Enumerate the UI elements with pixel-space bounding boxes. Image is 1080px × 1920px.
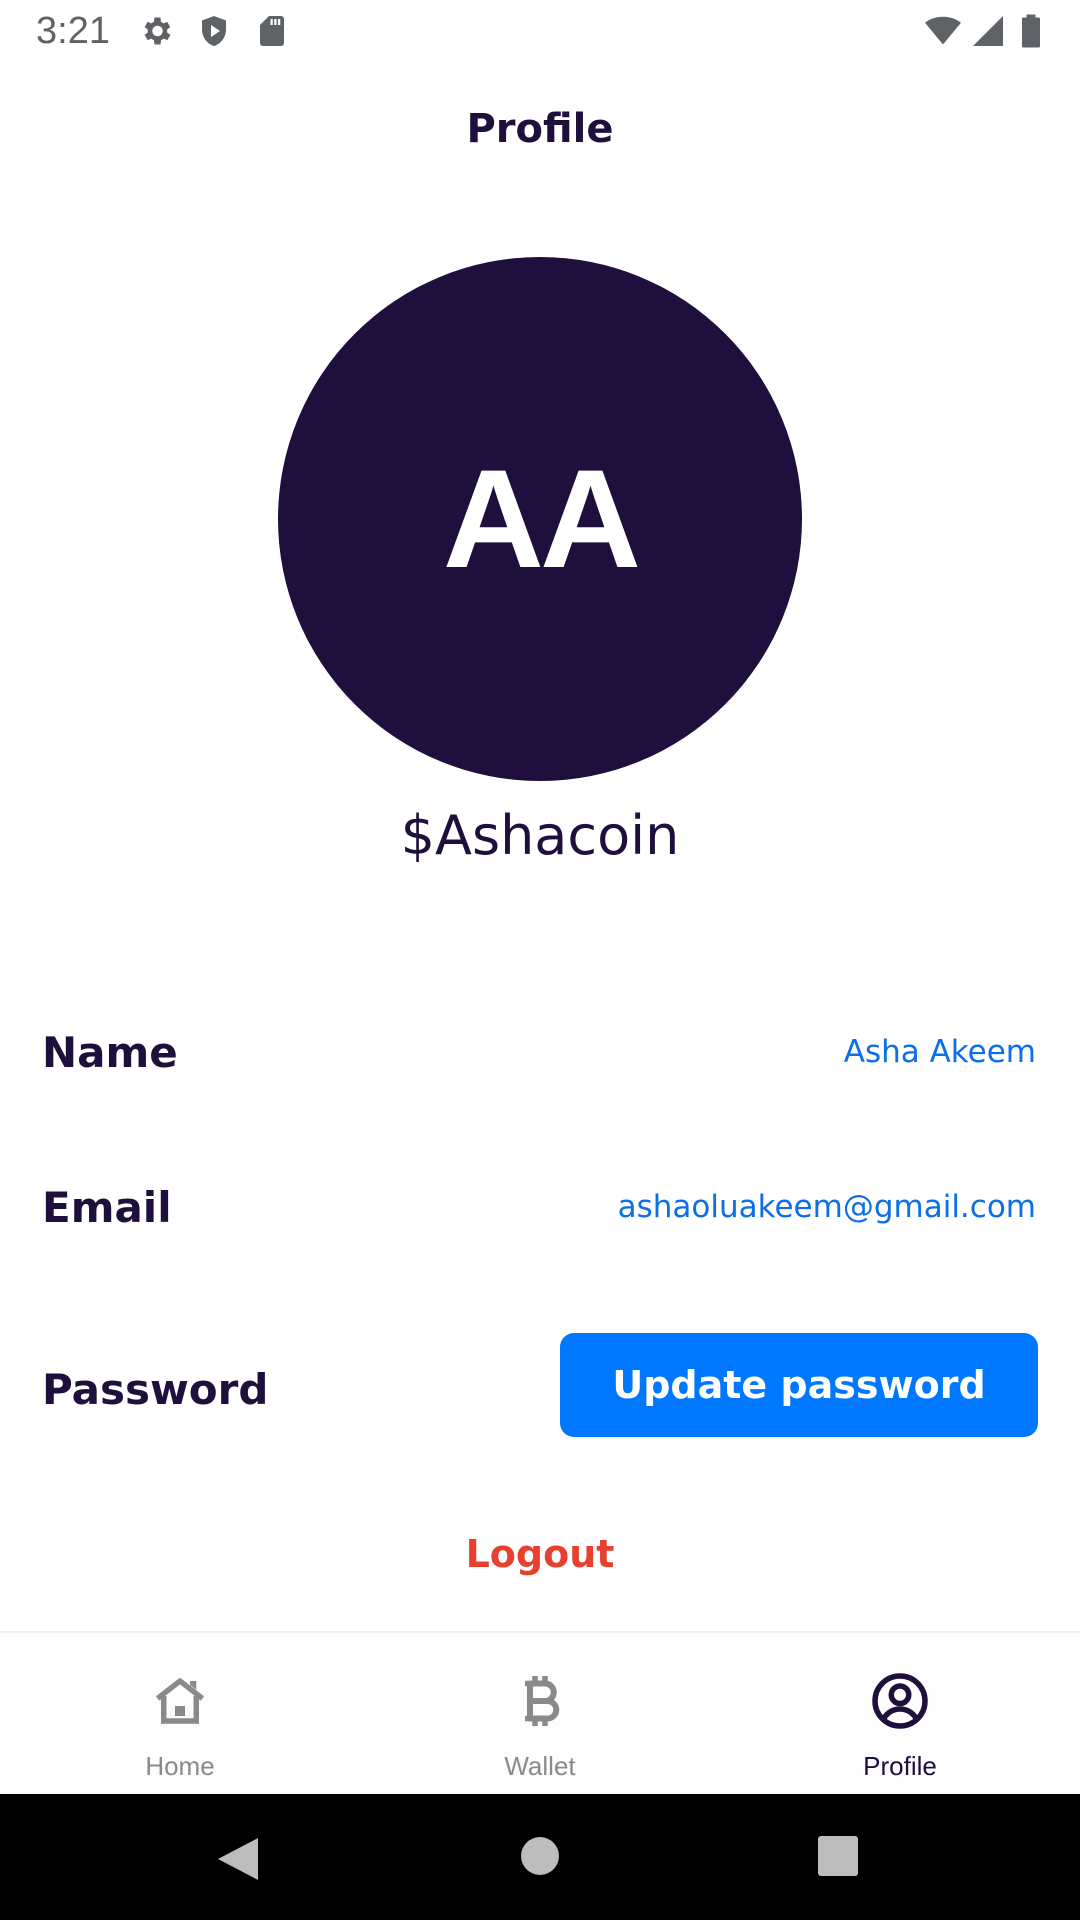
nav-label-wallet: Wallet xyxy=(504,1751,576,1781)
home-circle-icon[interactable] xyxy=(520,1836,560,1876)
name-value: Asha Akeem xyxy=(843,1034,1036,1070)
username: $Ashacoin xyxy=(400,804,680,867)
email-label: Email xyxy=(42,1183,172,1232)
status-time: 3:21 xyxy=(36,10,110,52)
logout-button[interactable]: Logout xyxy=(0,1532,1080,1576)
sd-card-icon xyxy=(260,16,284,46)
home-icon xyxy=(155,1678,205,1724)
nav-item-wallet[interactable]: Wallet xyxy=(360,1633,720,1796)
email-value: ashaoluakeem@gmail.com xyxy=(617,1189,1036,1225)
wifi-icon xyxy=(925,16,961,45)
back-icon[interactable] xyxy=(216,1836,260,1882)
shield-icon xyxy=(202,16,226,46)
cell-signal-icon xyxy=(973,16,1003,46)
bitcoin-icon xyxy=(525,1676,560,1726)
nav-item-profile[interactable]: Profile xyxy=(720,1633,1080,1796)
name-label: Name xyxy=(42,1028,178,1077)
nav-item-home[interactable]: Home xyxy=(0,1633,360,1796)
update-password-button[interactable]: Update password xyxy=(560,1333,1038,1437)
user-circle-icon xyxy=(872,1673,928,1729)
recents-icon[interactable] xyxy=(818,1836,858,1876)
avatar-initials: AA xyxy=(442,440,641,597)
nav-label-home: Home xyxy=(145,1751,215,1781)
gear-icon xyxy=(144,17,171,45)
bottom-nav: Home Wallet Profile xyxy=(0,1631,1080,1796)
avatar: AA xyxy=(278,257,802,781)
status-bar: 3:21 xyxy=(0,0,1080,62)
battery-icon xyxy=(1022,14,1040,48)
system-nav-bar xyxy=(0,1794,1080,1920)
password-label: Password xyxy=(42,1365,269,1414)
page-title: Profile xyxy=(466,106,614,152)
nav-label-profile: Profile xyxy=(863,1751,937,1781)
